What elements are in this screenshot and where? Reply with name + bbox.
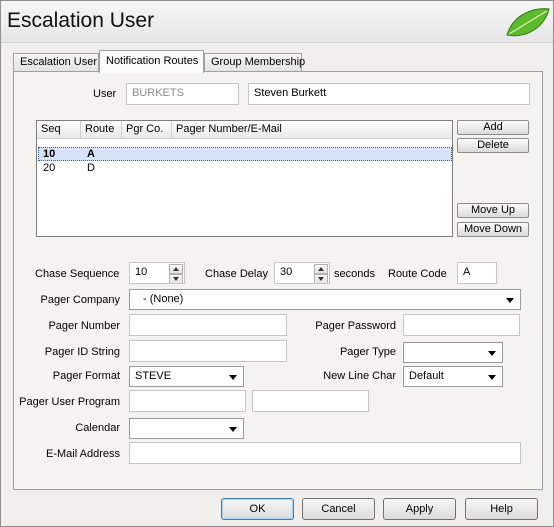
routes-list-header: Seq Route Pgr Co. Pager Number/E-Mail — [37, 121, 452, 139]
pager-format-select[interactable]: STEVE — [129, 366, 244, 387]
pager-type-label: Pager Type — [339, 346, 396, 358]
cell-seq: 20 — [43, 162, 56, 174]
spin-down-icon[interactable] — [169, 274, 183, 283]
leaf-logo-icon — [506, 8, 550, 37]
user-label: User — [93, 88, 117, 100]
route-code-field[interactable]: A — [457, 262, 497, 284]
tab-label: Notification Routes — [106, 55, 199, 67]
cell-route: A — [87, 148, 95, 160]
pager-format-value: STEVE — [135, 370, 172, 382]
column-header-seq[interactable]: Seq — [37, 121, 81, 139]
chase-delay-stepper[interactable]: 30 — [274, 262, 330, 284]
new-line-char-label: New Line Char — [323, 370, 396, 382]
chevron-down-icon — [229, 427, 237, 432]
chase-delay-value: 30 — [280, 266, 293, 278]
move-down-button[interactable]: Move Down — [457, 222, 529, 237]
spin-up-icon[interactable] — [314, 264, 328, 274]
route-code-label: Route Code — [388, 268, 447, 280]
routes-list[interactable]: Seq Route Pgr Co. Pager Number/E-Mail 10… — [36, 120, 453, 237]
column-header-route[interactable]: Route — [81, 121, 122, 139]
new-line-char-value: Default — [409, 370, 444, 382]
chevron-down-icon — [488, 375, 496, 380]
delete-button[interactable]: Delete — [457, 138, 529, 153]
pager-format-label: Pager Format — [52, 370, 120, 382]
chevron-down-icon — [488, 351, 496, 356]
pager-company-select[interactable]: - (None) — [129, 289, 521, 310]
pager-number-label: Pager Number — [48, 320, 120, 332]
spin-down-icon[interactable] — [314, 274, 328, 283]
window-title: Escalation User — [7, 9, 155, 32]
pager-password-field[interactable] — [403, 314, 520, 336]
tab-label: Group Membership — [211, 56, 306, 68]
chase-sequence-stepper[interactable]: 10 — [129, 262, 185, 284]
email-label: E-Mail Address — [46, 448, 120, 460]
pager-company-label: Pager Company — [40, 294, 121, 306]
pager-user-program-label: Pager User Program — [19, 396, 120, 408]
pager-company-value: - (None) — [143, 293, 184, 305]
move-up-button[interactable]: Move Up — [457, 203, 529, 218]
tab-group-membership[interactable]: Group Membership — [204, 53, 306, 72]
chase-sequence-value: 10 — [135, 266, 148, 278]
pager-password-label: Pager Password — [315, 320, 396, 332]
notification-routes-panel: User BURKETS Steven Burkett Seq Route Pg… — [13, 71, 543, 490]
cell-seq: 10 — [43, 148, 56, 160]
title-bar: Escalation User — [1, 1, 553, 43]
apply-button[interactable]: Apply — [383, 498, 456, 520]
table-row[interactable]: 20 D — [38, 162, 452, 176]
pager-type-select[interactable] — [403, 342, 503, 363]
tab-notification-routes[interactable]: Notification Routes — [99, 50, 204, 73]
calendar-label: Calendar — [75, 422, 120, 434]
cancel-button[interactable]: Cancel — [302, 498, 375, 520]
help-button[interactable]: Help — [465, 498, 538, 520]
pager-id-field[interactable] — [129, 340, 287, 362]
pager-user-program-field[interactable] — [129, 390, 246, 412]
tab-label: Escalation User — [20, 56, 98, 68]
escalation-user-window: Escalation User Escalation User Notifica… — [0, 0, 554, 527]
column-header-pgr-co[interactable]: Pgr Co. — [122, 121, 172, 139]
pager-id-label: Pager ID String — [44, 346, 120, 358]
tab-escalation-user[interactable]: Escalation User — [13, 53, 99, 72]
chevron-down-icon — [506, 298, 514, 303]
chase-sequence-spinner[interactable] — [169, 264, 183, 283]
pager-number-field[interactable] — [129, 314, 287, 336]
pager-user-program-args-field[interactable] — [252, 390, 369, 412]
column-header-pager-number[interactable]: Pager Number/E-Mail — [172, 121, 452, 139]
chase-sequence-label: Chase Sequence — [35, 268, 120, 280]
seconds-label: seconds — [334, 268, 375, 280]
spin-up-icon[interactable] — [169, 264, 183, 274]
calendar-select[interactable] — [129, 418, 244, 439]
chase-delay-spinner[interactable] — [314, 264, 328, 283]
table-row[interactable]: 10 A — [38, 147, 452, 161]
email-field[interactable] — [129, 442, 521, 464]
user-id-field[interactable]: BURKETS — [126, 83, 239, 105]
ok-button[interactable]: OK — [221, 498, 294, 520]
chase-delay-label: Chase Delay — [205, 268, 268, 280]
new-line-char-select[interactable]: Default — [403, 366, 503, 387]
user-name-field[interactable]: Steven Burkett — [248, 83, 530, 105]
add-button[interactable]: Add — [457, 120, 529, 135]
chevron-down-icon — [229, 375, 237, 380]
cell-route: D — [87, 162, 95, 174]
